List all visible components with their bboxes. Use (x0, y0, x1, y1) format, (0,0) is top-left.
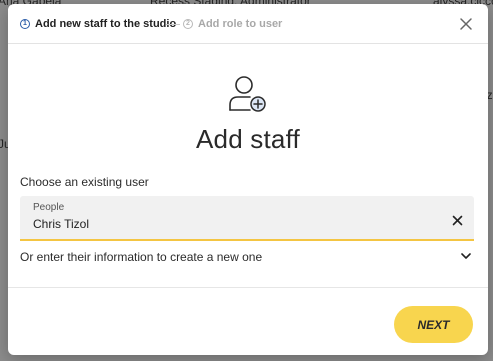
chevron-down-icon (461, 253, 471, 259)
add-person-icon (229, 76, 266, 112)
step-add-role: 2 Add role to user (183, 17, 282, 31)
existing-user-label: Choose an existing user (20, 175, 149, 189)
next-button[interactable]: NEXT (394, 306, 473, 343)
step-number: 1 (20, 19, 30, 29)
create-new-user-label: Or enter their information to create a n… (20, 250, 263, 264)
clear-selection-button[interactable] (452, 213, 463, 226)
dialog-title: Add staff (196, 124, 300, 154)
add-staff-dialog: 1 Add new staff to the studio 2 Add role… (8, 4, 488, 355)
step-connector (166, 24, 180, 25)
clear-icon (452, 215, 463, 226)
stepper: 1 Add new staff to the studio 2 Add role… (8, 4, 488, 44)
close-icon (460, 18, 472, 30)
step-label: Add new staff to the studio (35, 18, 177, 30)
step-number: 2 (183, 19, 193, 29)
footer-divider (8, 287, 488, 288)
step-add-staff: 1 Add new staff to the studio (20, 17, 176, 31)
step-label: Add role to user (198, 18, 283, 30)
people-select[interactable]: People Chris Tizol (20, 196, 474, 241)
people-field-value: Chris Tizol (33, 217, 90, 231)
close-button[interactable] (458, 16, 474, 32)
create-new-user-expander[interactable]: Or enter their information to create a n… (20, 245, 474, 267)
people-field-label: People (33, 202, 65, 213)
